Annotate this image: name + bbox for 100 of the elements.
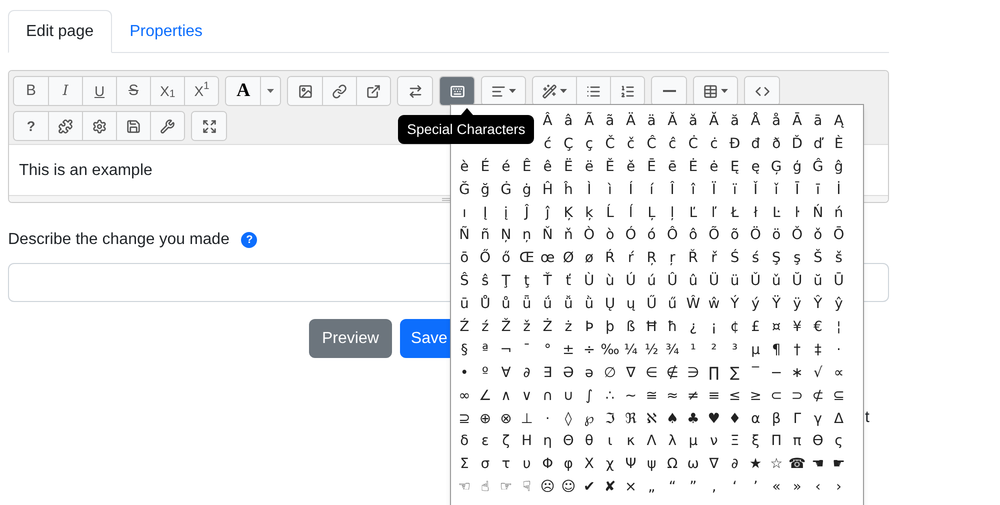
character-cell[interactable]: ✔ [578, 476, 600, 498]
character-cell[interactable]: ŕ [620, 247, 642, 270]
character-cell[interactable]: ☚ [808, 453, 828, 476]
character-cell[interactable]: χ [600, 453, 620, 476]
character-cell[interactable]: Õ [704, 224, 724, 246]
preview-button[interactable]: Preview [309, 319, 392, 358]
character-cell[interactable]: ⊂ [766, 384, 787, 407]
character-cell[interactable]: Ø [558, 247, 579, 270]
character-cell[interactable]: ’ [745, 476, 766, 498]
character-cell[interactable]: Ω [662, 453, 683, 476]
toolbar-button[interactable] [116, 112, 150, 140]
character-cell[interactable]: ∏ [704, 362, 724, 384]
character-cell[interactable]: è [454, 156, 475, 178]
character-cell[interactable]: Δ [828, 408, 850, 430]
character-cell[interactable]: β [766, 408, 787, 430]
character-cell[interactable]: ş [786, 247, 808, 270]
character-cell[interactable]: Ľ [682, 202, 704, 224]
character-cell[interactable]: ∧ [496, 384, 516, 407]
character-cell[interactable]: Γ [786, 408, 808, 430]
character-cell[interactable]: é [496, 156, 516, 178]
character-cell[interactable]: ∅ [600, 362, 620, 384]
character-cell[interactable]: Ĝ [808, 156, 828, 178]
character-cell[interactable]: ǚ [558, 293, 579, 316]
character-cell[interactable]: Ë [558, 156, 579, 178]
character-cell[interactable]: ” [682, 476, 704, 498]
character-cell[interactable]: ā [808, 110, 828, 132]
character-cell[interactable]: ţ [516, 270, 538, 292]
character-cell[interactable]: µ [745, 338, 766, 361]
character-cell[interactable]: ⊇ [454, 408, 475, 430]
character-cell[interactable]: Ů [474, 293, 496, 316]
character-cell[interactable]: Ý [724, 293, 746, 316]
character-cell[interactable]: ³ [724, 338, 746, 361]
character-cell[interactable]: ∪ [558, 384, 579, 407]
toolbar-button[interactable]: ? [14, 112, 48, 140]
character-cell[interactable]: Η [516, 430, 538, 452]
character-cell[interactable]: Ξ [724, 430, 746, 452]
character-cell[interactable]: å [766, 110, 787, 132]
toolbar-button[interactable]: S [116, 77, 150, 105]
character-cell[interactable]: ° [537, 338, 558, 361]
toolbar-button[interactable]: B [14, 77, 48, 105]
character-cell[interactable]: ℘ [578, 408, 600, 430]
character-cell[interactable]: Ù [578, 270, 600, 292]
character-cell[interactable]: ε [474, 430, 496, 452]
character-cell[interactable]: Ě [600, 156, 620, 178]
character-cell[interactable]: Ô [662, 224, 683, 246]
character-cell[interactable]: Σ [454, 453, 475, 476]
character-cell[interactable]: ω [682, 453, 704, 476]
character-cell[interactable]: į [496, 202, 516, 224]
character-cell[interactable]: τ [496, 453, 516, 476]
character-cell[interactable]: ℜ [620, 408, 642, 430]
character-cell[interactable]: Ŝ [454, 270, 475, 292]
character-cell[interactable]: ☟ [516, 476, 538, 498]
character-cell[interactable]: Ŭ [786, 270, 808, 292]
tab[interactable]: Properties [112, 10, 221, 53]
character-cell[interactable]: ψ [641, 453, 662, 476]
character-cell[interactable]: ŭ [808, 270, 828, 292]
character-cell[interactable]: £ [745, 316, 766, 338]
character-cell[interactable]: Ō [828, 224, 850, 246]
character-cell[interactable]: ê [537, 156, 558, 178]
character-cell[interactable]: σ [474, 453, 496, 476]
character-cell[interactable]: Ň [537, 224, 558, 246]
character-cell[interactable]: ¯ [516, 338, 538, 361]
character-cell[interactable]: − [766, 362, 787, 384]
character-cell[interactable]: Ķ [558, 202, 579, 224]
character-cell[interactable]: Ž [496, 316, 516, 338]
character-cell[interactable]: ☆ [766, 453, 787, 476]
character-cell[interactable]: § [454, 338, 475, 361]
character-cell[interactable]: ☞ [496, 476, 516, 498]
character-cell[interactable]: ǒ [808, 224, 828, 246]
toolbar-button[interactable]: A [226, 77, 260, 105]
character-cell[interactable]: ż [558, 316, 579, 338]
toolbar-button[interactable] [610, 77, 644, 105]
character-cell[interactable]: ¼ [620, 338, 642, 361]
character-cell[interactable]: þ [600, 316, 620, 338]
character-cell[interactable]: ∝ [828, 362, 850, 384]
character-cell[interactable]: º [474, 362, 496, 384]
character-cell[interactable]: ų [620, 293, 642, 316]
character-cell[interactable]: ǘ [537, 293, 558, 316]
character-cell[interactable]: Ă [704, 110, 724, 132]
character-cell[interactable]: Ť [537, 270, 558, 292]
character-cell[interactable]: ♠ [662, 408, 683, 430]
character-cell[interactable]: š [828, 247, 850, 270]
character-cell[interactable]: ⊥ [516, 408, 538, 430]
character-cell[interactable]: ĺ [620, 202, 642, 224]
character-cell[interactable]: φ [558, 453, 579, 476]
character-cell[interactable]: Œ [516, 247, 538, 270]
character-cell[interactable]: ∂ [516, 362, 538, 384]
character-cell[interactable]: Ŕ [600, 247, 620, 270]
toolbar-button[interactable] [288, 77, 322, 105]
character-cell[interactable]: Ã [578, 110, 600, 132]
character-cell[interactable]: ‾ [745, 362, 766, 384]
character-cell[interactable]: ŗ [662, 247, 683, 270]
character-cell[interactable]: Ē [641, 156, 662, 178]
character-cell[interactable]: « [766, 476, 787, 498]
toolbar-button[interactable] [533, 77, 576, 105]
character-cell[interactable]: ∉ [662, 362, 683, 384]
character-cell[interactable]: ζ [496, 430, 516, 452]
character-cell[interactable]: ħ [662, 316, 683, 338]
character-cell[interactable]: Ŷ [808, 293, 828, 316]
character-cell[interactable]: Ŵ [682, 293, 704, 316]
